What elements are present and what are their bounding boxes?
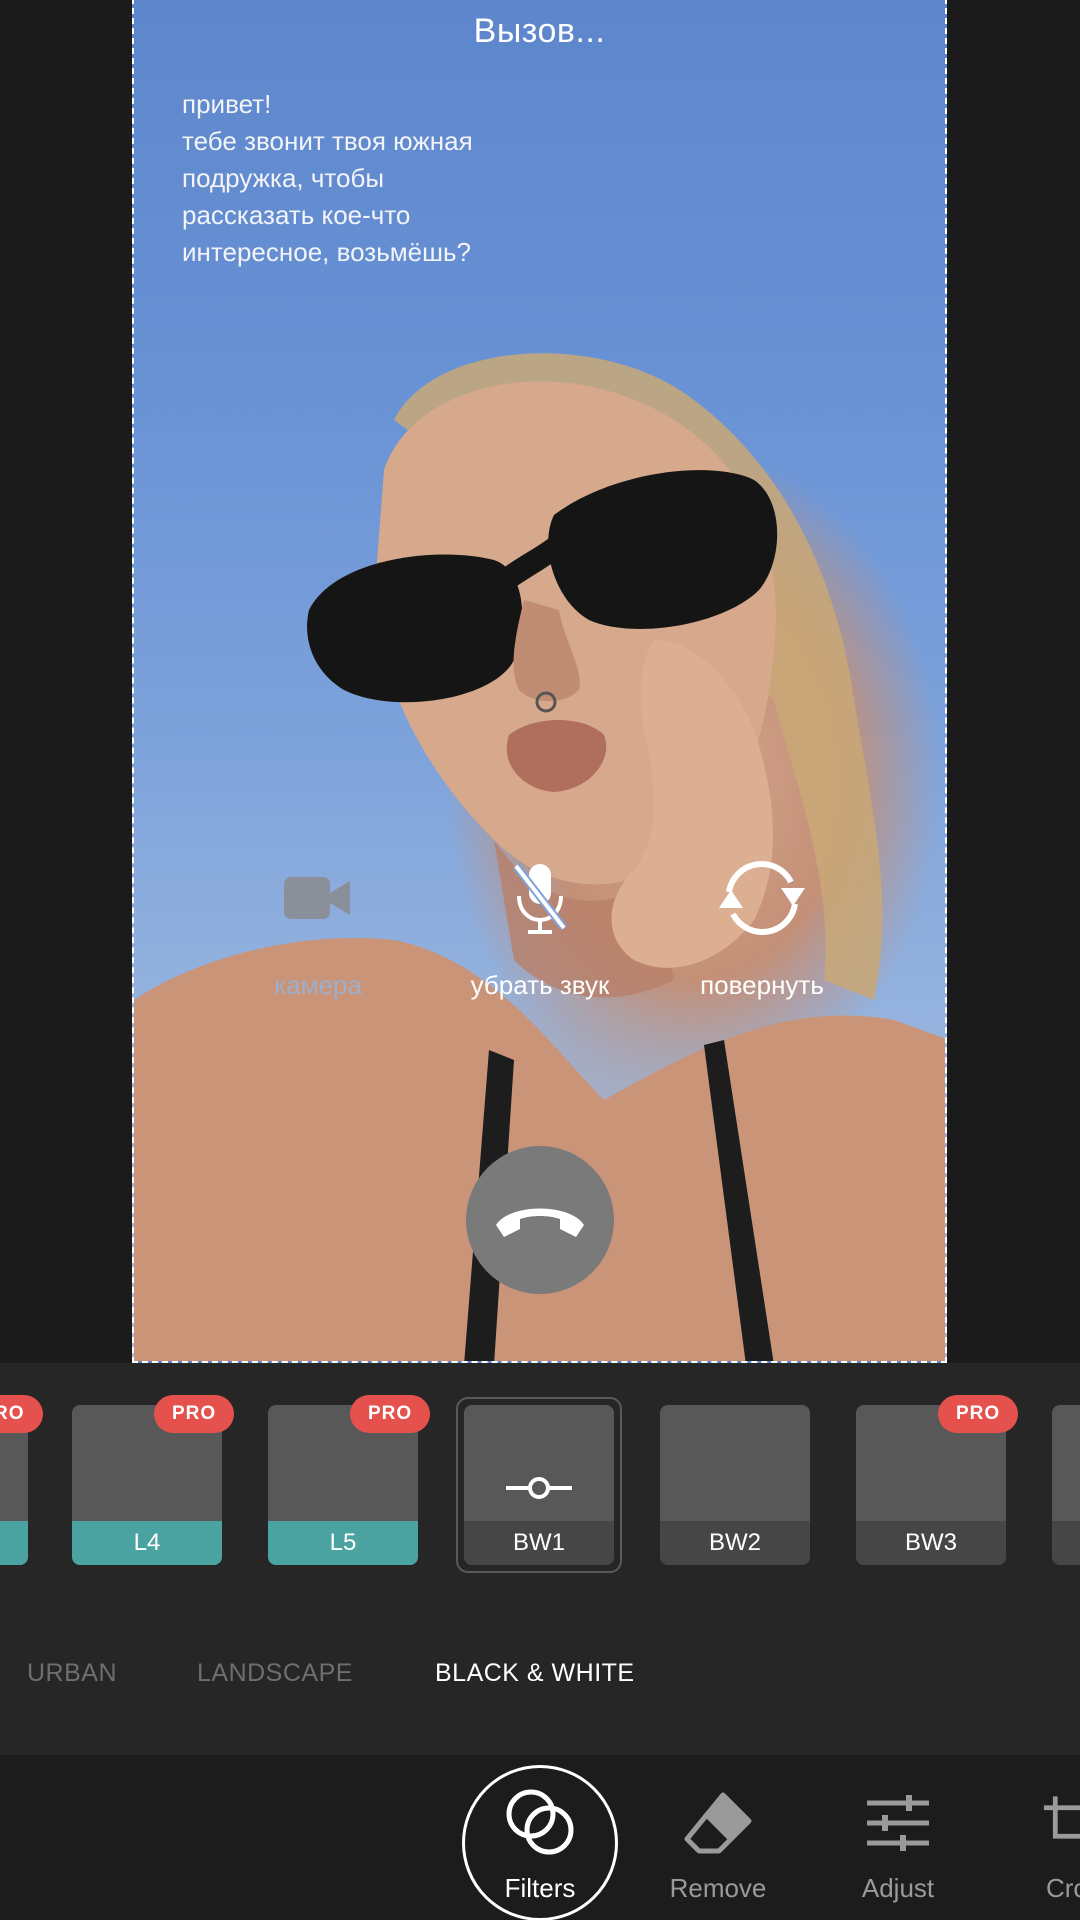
bottom-toolbar: Filters Remove Adjust Cr — [0, 1755, 1080, 1920]
filters-label: Filters — [504, 1873, 576, 1903]
pro-badge: PRO — [938, 1395, 1019, 1433]
pro-badge: PRO — [350, 1395, 431, 1433]
tool-crop[interactable]: Cro — [1010, 1755, 1080, 1920]
phone-hangup-icon — [496, 1208, 584, 1237]
photo-canvas[interactable]: Вызов... привет! тебе звонит твоя южная … — [132, 0, 947, 1363]
tab-urban[interactable]: URBAN — [27, 1659, 117, 1688]
filter-label — [0, 1521, 28, 1565]
eraser-icon — [638, 1783, 798, 1863]
filter-tile-bw1[interactable]: BW1 — [464, 1405, 614, 1565]
crop-label: Cro — [1046, 1873, 1080, 1903]
adjust-strength-icon — [506, 1477, 572, 1499]
rotate-icon — [662, 848, 862, 948]
photo-preview-area: Вызов... привет! тебе звонит твоя южная … — [0, 0, 1080, 1363]
filter-panel: RO L4 PRO L5 PRO BW1 BW2 BW3 PRO URBAN L… — [0, 1363, 1080, 1755]
adjust-label: Adjust — [861, 1873, 935, 1903]
tool-filters[interactable]: Filters — [460, 1755, 620, 1920]
remove-label: Remove — [669, 1873, 767, 1903]
filter-tile[interactable] — [1052, 1405, 1080, 1565]
rotate-label: повернуть — [700, 970, 824, 1000]
filter-label: BW2 — [660, 1521, 810, 1565]
sliders-icon — [818, 1783, 978, 1863]
call-message-text: привет! тебе звонит твоя южная подружка,… — [182, 89, 473, 267]
filter-strip[interactable]: RO L4 PRO L5 PRO BW1 BW2 BW3 PRO — [0, 1363, 1080, 1623]
tool-remove[interactable]: Remove — [638, 1755, 798, 1920]
call-status-title: Вызов... — [473, 12, 606, 50]
filter-tile-bw2[interactable]: BW2 — [660, 1405, 810, 1565]
hang-up-button[interactable] — [466, 1146, 614, 1294]
tab-landscape[interactable]: LANDSCAPE — [197, 1659, 353, 1688]
filter-category-tabs: URBAN LANDSCAPE BLACK & WHITE — [0, 1659, 1080, 1699]
mic-off-icon — [440, 848, 640, 948]
tab-black-white[interactable]: BLACK & WHITE — [435, 1659, 635, 1688]
camera-label: камера — [274, 970, 362, 1000]
pro-badge: PRO — [154, 1395, 235, 1433]
filter-label: L5 — [268, 1521, 418, 1565]
rotate-action[interactable]: повернуть — [662, 848, 862, 1001]
mute-label: убрать звук — [470, 970, 610, 1000]
crop-icon — [1010, 1783, 1080, 1863]
filter-label — [1052, 1521, 1080, 1565]
filter-label: BW3 — [856, 1521, 1006, 1565]
pro-badge: RO — [0, 1395, 43, 1433]
tool-adjust[interactable]: Adjust — [818, 1755, 978, 1920]
camera-action[interactable]: камера — [218, 848, 418, 1001]
filters-icon — [460, 1783, 620, 1863]
mute-action[interactable]: убрать звук — [440, 848, 640, 1001]
filter-label: BW1 — [464, 1521, 614, 1565]
video-camera-icon — [218, 848, 418, 948]
filter-label: L4 — [72, 1521, 222, 1565]
